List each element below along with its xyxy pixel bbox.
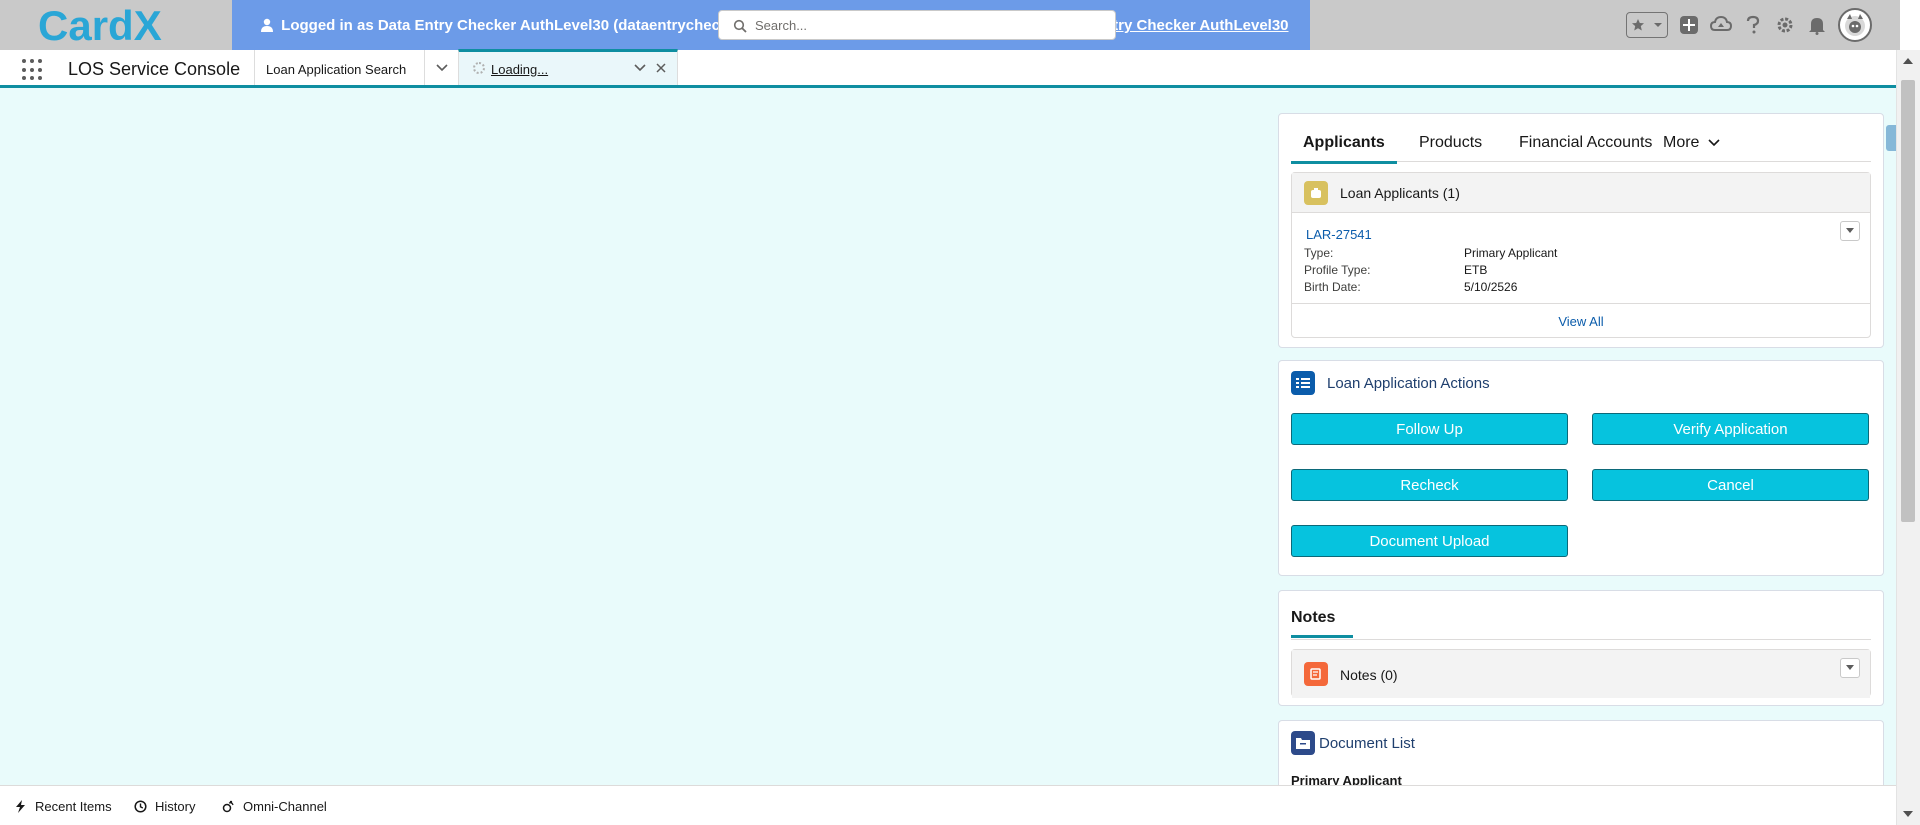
document-list-title[interactable]: Document List xyxy=(1319,735,1415,752)
follow-up-button[interactable]: Follow Up xyxy=(1291,413,1568,445)
favorites-button[interactable] xyxy=(1626,12,1668,38)
login-as-text-wrap: Logged in as Data Entry Checker AuthLeve… xyxy=(260,17,728,34)
notes-header: Notes (0) xyxy=(1292,650,1870,698)
related-tabs-panel: Applicants Products Financial Accounts M… xyxy=(1278,113,1884,348)
field-label: Profile Type: xyxy=(1304,263,1371,277)
folder-icon xyxy=(1291,731,1315,755)
chevron-down-icon[interactable] xyxy=(1653,20,1663,30)
clock-icon xyxy=(134,800,147,813)
global-header: CardX Logged in as Data Entry Checker Au… xyxy=(0,0,1900,50)
nav-items-dropdown[interactable] xyxy=(424,50,458,85)
tab-loading-label[interactable]: Loading... xyxy=(491,62,548,77)
utility-history[interactable]: History xyxy=(134,799,195,814)
chevron-down-icon xyxy=(634,64,646,72)
tab-products[interactable]: Products xyxy=(1419,134,1482,152)
applicant-record-link[interactable]: LAR-27541 xyxy=(1306,227,1372,242)
loan-applicants-header: Loan Applicants (1) xyxy=(1292,173,1870,213)
question-icon xyxy=(1746,15,1760,34)
field-value: 5/10/2526 xyxy=(1464,280,1518,294)
login-as-text: Logged in as Data Entry Checker AuthLeve… xyxy=(281,17,729,34)
notes-title[interactable]: Notes (0) xyxy=(1340,667,1398,683)
setup-button[interactable] xyxy=(1774,14,1796,36)
logo-text: CardX xyxy=(38,4,162,46)
tab-applicants[interactable]: Applicants xyxy=(1291,134,1397,164)
workspace: Applicants Products Financial Accounts M… xyxy=(0,88,1896,800)
applicant-icon xyxy=(1304,181,1328,205)
trailhead-button[interactable] xyxy=(1710,14,1732,36)
utility-label: History xyxy=(155,799,196,814)
astro-avatar-icon xyxy=(1845,14,1865,36)
note-icon xyxy=(1304,662,1328,686)
actions-list-icon xyxy=(1291,371,1315,395)
related-tabs: Applicants Products Financial Accounts M… xyxy=(1291,114,1871,164)
verify-application-button[interactable]: Verify Application xyxy=(1592,413,1869,445)
field-label: Birth Date: xyxy=(1304,280,1361,294)
tab-actions-dropdown[interactable] xyxy=(633,61,647,75)
scroll-up-arrow-icon[interactable] xyxy=(1903,58,1913,64)
notes-panel: Notes Notes (0) xyxy=(1278,590,1884,706)
tab-loan-application-search[interactable]: Loan Application Search xyxy=(254,50,424,85)
global-search-input[interactable] xyxy=(755,15,1105,35)
tab-loading[interactable]: Loading... xyxy=(458,49,678,85)
app-launcher-icon[interactable] xyxy=(22,59,44,81)
document-upload-button[interactable]: Document Upload xyxy=(1291,525,1568,557)
notes-actions-dropdown[interactable] xyxy=(1840,658,1860,678)
user-avatar[interactable] xyxy=(1838,8,1872,42)
recheck-button[interactable]: Recheck xyxy=(1291,469,1568,501)
field-value: Primary Applicant xyxy=(1464,246,1558,260)
chevron-down-icon xyxy=(435,63,448,71)
cancel-button[interactable]: Cancel xyxy=(1592,469,1869,501)
applicant-row-actions[interactable] xyxy=(1840,221,1860,241)
notes-card: Notes (0) xyxy=(1291,649,1871,698)
loan-applicants-card: Loan Applicants (1) LAR-27541 Type: Prim… xyxy=(1291,172,1871,338)
login-as-user-link[interactable]: ntry Checker AuthLevel30 xyxy=(1104,17,1289,34)
utility-label: Recent Items xyxy=(35,799,112,814)
loan-applicants-title[interactable]: Loan Applicants (1) xyxy=(1340,185,1460,201)
utility-bar: Recent Items History Omni-Channel xyxy=(0,785,1896,825)
utility-omni-channel[interactable]: Omni-Channel xyxy=(222,799,327,814)
loan-application-actions-panel: Loan Application Actions Follow Up Verif… xyxy=(1278,360,1884,576)
scroll-down-arrow-icon[interactable] xyxy=(1903,811,1913,817)
user-icon xyxy=(261,18,273,32)
lightning-icon xyxy=(16,800,25,813)
loading-spinner-icon xyxy=(473,62,485,74)
help-button[interactable] xyxy=(1742,14,1764,36)
cardx-logo[interactable]: CardX xyxy=(38,4,198,46)
page-scrollbar[interactable] xyxy=(1896,50,1920,825)
console-nav-bar: LOS Service Console Loan Application Sea… xyxy=(0,49,1896,88)
plus-icon xyxy=(1680,16,1698,34)
app-name: LOS Service Console xyxy=(68,59,241,79)
omni-channel-icon xyxy=(222,800,234,813)
global-search-box[interactable] xyxy=(718,10,1116,40)
header-icons xyxy=(1626,8,1872,42)
tab-more[interactable]: More xyxy=(1663,134,1720,152)
utility-label: Omni-Channel xyxy=(243,799,327,814)
cloud-icon xyxy=(1710,15,1732,31)
star-icon[interactable] xyxy=(1631,18,1645,32)
scroll-thumb[interactable] xyxy=(1901,80,1915,522)
tab-notes[interactable]: Notes xyxy=(1291,609,1355,638)
close-icon xyxy=(656,63,666,73)
tab-more-label: More xyxy=(1663,134,1700,151)
actions-title: Loan Application Actions xyxy=(1327,375,1490,392)
utility-recent-items[interactable]: Recent Items xyxy=(14,799,112,814)
tab-financial-accounts[interactable]: Financial Accounts xyxy=(1519,134,1652,152)
gear-icon xyxy=(1777,17,1793,33)
tab-close-button[interactable] xyxy=(654,61,668,75)
chevron-down-icon xyxy=(1846,665,1854,670)
field-label: Type: xyxy=(1304,246,1334,260)
view-all-link[interactable]: View All xyxy=(1292,303,1870,337)
bell-icon xyxy=(1809,18,1825,35)
global-actions-button[interactable] xyxy=(1678,14,1700,36)
notes-tab-divider xyxy=(1291,639,1871,640)
notifications-button[interactable] xyxy=(1806,14,1828,36)
panel-collapse-handle[interactable] xyxy=(1886,125,1896,151)
search-icon xyxy=(733,19,747,33)
chevron-down-icon xyxy=(1846,228,1854,233)
chevron-down-icon xyxy=(1708,139,1720,146)
field-value: ETB xyxy=(1464,263,1488,277)
